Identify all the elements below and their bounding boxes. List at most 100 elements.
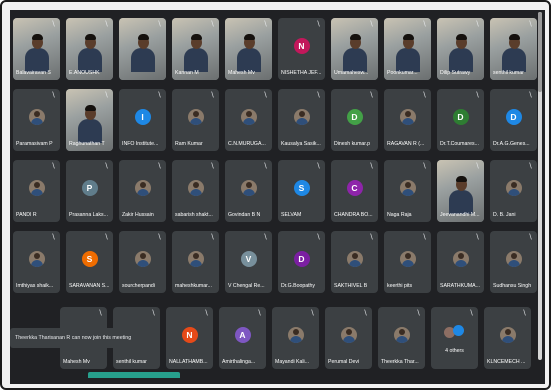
participant-tile[interactable]: ∖ Dilip Sutrawy [437,18,484,80]
participant-name: Prasanna Laks... [69,212,108,218]
participant-name: NALLATHAMB... [169,359,208,365]
participant-tile[interactable]: ∖ Theerkka Thar... [378,307,425,369]
mic-muted-icon: ∖ [210,21,215,28]
participant-video [448,176,474,214]
participant-tile[interactable]: C ∖ CHANDRA BO... [331,160,378,222]
participant-name: SAKTHIVEL B [334,283,368,289]
avatar-initial: S [81,250,98,267]
avatar-initial: S [293,179,310,196]
avatar-photo [499,326,516,343]
participant-tile[interactable]: S ∖ SARAVANAN S... [66,231,113,293]
participant-tile[interactable]: D ∖ Dr.G.Boopathy [278,231,325,293]
mic-muted-icon: ∖ [422,163,427,170]
participant-tile[interactable]: ∖ Raghunathan T [66,89,113,151]
avatar-photo [505,250,522,267]
participant-tile[interactable]: ∖ Sudhansu Singh [490,231,537,293]
mic-muted-icon: ∖ [210,92,215,99]
mic-muted-icon: ∖ [369,163,374,170]
mic-muted-icon: ∖ [422,21,427,28]
mic-muted-icon: ∖ [98,310,103,317]
participant-name: Perumal Devi [328,359,360,365]
participant-name: SARATHKUMA... [440,283,480,289]
participant-tile[interactable]: I ∖ INFO Institute... [119,89,166,151]
participant-tile[interactable]: ∖ 4 others [431,307,478,369]
mic-muted-icon: ∖ [422,92,427,99]
participant-tile[interactable]: ∖ Naga Raja [384,160,431,222]
mic-muted-icon: ∖ [316,163,321,170]
participant-tile[interactable]: ∖ Mayandi Kali... [272,307,319,369]
participant-tile[interactable]: ∖ E.ANOUSHK [66,18,113,80]
participant-name: Kannan M [175,70,199,76]
participant-tile[interactable]: ∖ Zakir Hussain [119,160,166,222]
participant-name: KLNCEMECH ... [487,359,526,365]
mic-muted-icon: ∖ [210,234,215,241]
participant-tile[interactable]: ∖ keerthi pits [384,231,431,293]
participant-tile[interactable]: S ∖ SELVAM [278,160,325,222]
mic-muted-icon: ∖ [263,163,268,170]
avatar-photo [505,179,522,196]
avatar-initial [452,324,464,336]
participant-tile[interactable]: ∖ SAKTHIVEL B [331,231,378,293]
participant-name: Zakir Hussain [122,212,154,218]
participant-tile[interactable]: ∖ RAGAVAN R (... [384,89,431,151]
mic-muted-icon: ∖ [475,234,480,241]
participant-tile[interactable]: ∖ Ram Kumar [172,89,219,151]
participant-tile[interactable]: ∖ senthil kumar [490,18,537,80]
participant-name: Dr.T.Coumares... [440,141,479,147]
participant-tile[interactable]: P ∖ Prasanna Laks... [66,160,113,222]
mic-muted-icon: ∖ [369,234,374,241]
participant-tile[interactable]: ∖ Perumal Devi [325,307,372,369]
mic-muted-icon: ∖ [157,92,162,99]
participant-name: Jeevanandhi M... [440,212,480,218]
participant-tile[interactable]: ∖ Govindan B N [225,160,272,222]
scrollbar[interactable] [538,12,542,360]
participant-tile[interactable]: D ∖ Dr.T.Coumares... [437,89,484,151]
mic-muted-icon: ∖ [369,92,374,99]
participant-tile[interactable]: ∖ PANDI R [13,160,60,222]
participant-tile[interactable]: ∖ [119,18,166,80]
participant-tile[interactable]: ∖ sourcherpandi [119,231,166,293]
participant-tile[interactable]: D ∖ Dr.A.G.Genes... [490,89,537,151]
participant-tile[interactable]: ∖ Kannan M [172,18,219,80]
participant-tile[interactable]: A ∖ Amirthalinga... [219,307,266,369]
mic-muted-icon: ∖ [522,310,527,317]
participant-video [342,34,368,72]
participant-tile[interactable]: ∖ Kausalya Sasik... [278,89,325,151]
avatar-photo [134,250,151,267]
participant-name: C.N.MURUGA... [228,141,266,147]
participant-tile[interactable]: V ∖ V Chengal Re... [225,231,272,293]
participant-tile[interactable]: ∖ C.N.MURUGA... [225,89,272,151]
mic-muted-icon: ∖ [151,310,156,317]
participant-tile[interactable]: ∖ sabarish shakt... [172,160,219,222]
participant-name: Govindan B N [228,212,261,218]
avatar-initial: D [505,108,522,125]
avatar-initial: A [234,326,251,343]
mic-muted-icon: ∖ [104,92,109,99]
participant-tile[interactable]: ∖ Balavairavan S [13,18,60,80]
mic-muted-icon: ∖ [316,92,321,99]
mic-muted-icon: ∖ [157,21,162,28]
participant-name: PANDI R [16,212,37,218]
participant-tile[interactable]: ∖ Poonkumar... [384,18,431,80]
participant-tile[interactable]: ∖ Paramasivam P [13,89,60,151]
avatar-photo [399,179,416,196]
participant-name: sabarish shakt... [175,212,213,218]
participant-tile[interactable]: ∖ Mahesh Mv [225,18,272,80]
avatar-photo [287,326,304,343]
participant-tile[interactable]: N ∖ NISHETHA JEF... [278,18,325,80]
participant-tile[interactable]: D ∖ Dinesh kumar.p [331,89,378,151]
participant-tile[interactable]: ∖ Jeevanandhi M... [437,160,484,222]
participant-name: RAGAVAN R (... [387,141,425,147]
participant-tile[interactable]: ∖ Imthiyas shaik... [13,231,60,293]
mic-muted-icon: ∖ [210,163,215,170]
participant-tile[interactable]: N ∖ NALLATHAMB... [166,307,213,369]
participant-name: Dr.G.Boopathy [281,283,316,289]
participant-tile[interactable]: ∖ Umamahesw... [331,18,378,80]
participant-name: senthil kumar [493,70,524,76]
scrollbar-thumb[interactable] [538,12,542,92]
participant-tile[interactable]: ∖ SARATHKUMA... [437,231,484,293]
participant-video [395,34,421,72]
participant-tile[interactable]: ∖ D. B. Jani [490,160,537,222]
participant-tile[interactable]: ∖ maheshkumar... [172,231,219,293]
participant-tile[interactable]: ∖ KLNCEMECH ... [484,307,531,369]
